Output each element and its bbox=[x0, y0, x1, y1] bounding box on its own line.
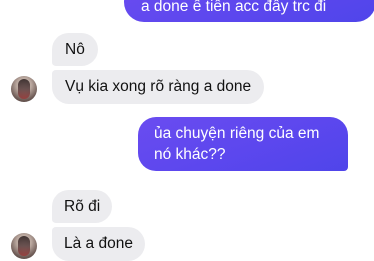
outgoing-message-bubble[interactable]: ủa chuyện riêng của em nó khác?? bbox=[138, 117, 348, 171]
incoming-message-bubble[interactable]: Vụ kia xong rõ ràng a done bbox=[52, 70, 265, 104]
contact-avatar[interactable] bbox=[11, 76, 37, 102]
chat-thread: a done ế tiền acc đầy trc đi Nô Vụ kia x… bbox=[0, 0, 374, 261]
incoming-message-bubble[interactable]: Rõ đi bbox=[52, 190, 113, 223]
incoming-message-bubble[interactable]: Là a đone bbox=[52, 227, 145, 261]
outgoing-message-bubble[interactable]: a done ế tiền acc đầy trc đi bbox=[124, 0, 374, 22]
incoming-message-bubble[interactable]: Nô bbox=[52, 33, 98, 66]
contact-avatar[interactable] bbox=[11, 233, 37, 259]
